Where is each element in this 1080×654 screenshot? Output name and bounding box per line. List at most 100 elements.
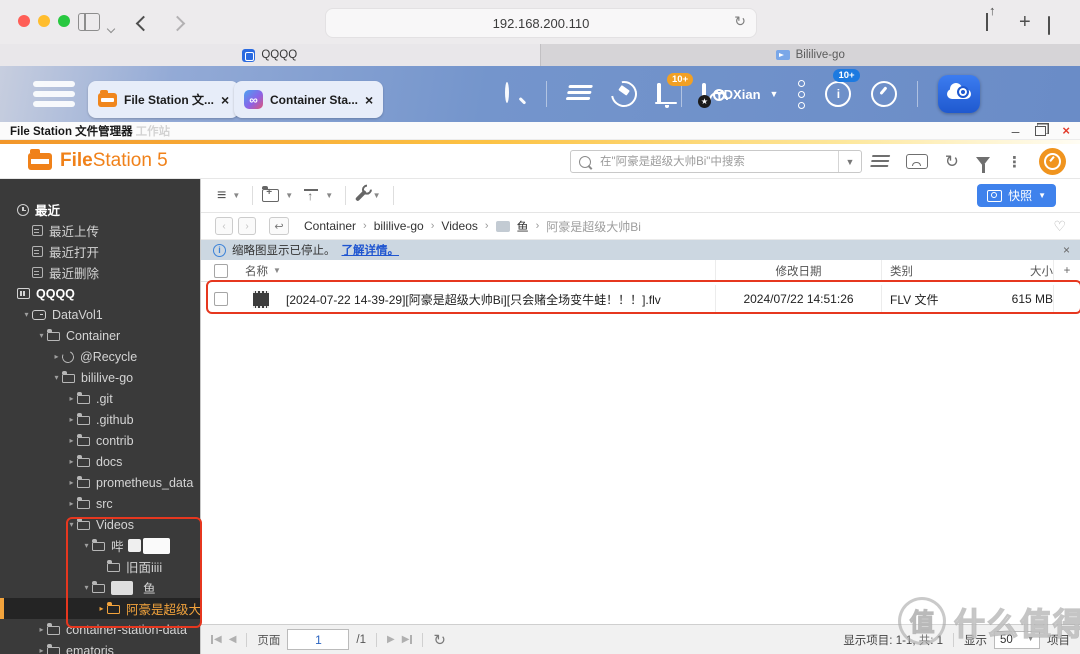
page-input[interactable]	[287, 629, 349, 650]
close-window-icon[interactable]	[18, 15, 30, 27]
learn-more-link[interactable]: 了解详情。	[342, 242, 400, 258]
column-header-date[interactable]: 修改日期	[715, 260, 881, 281]
sidebar-item-docs[interactable]: ▸docs	[0, 451, 200, 472]
tree-collapse-icon[interactable]: ▾	[36, 331, 47, 340]
close-tab-icon[interactable]: ×	[365, 92, 373, 108]
close-icon[interactable]: ×	[1062, 123, 1070, 138]
more-options-icon[interactable]: ⋮	[1007, 153, 1022, 171]
filter-icon[interactable]	[976, 157, 990, 166]
tab-overview-icon[interactable]	[1048, 17, 1050, 35]
share-icon[interactable]	[986, 13, 988, 31]
tree-expand-icon[interactable]: ▸	[66, 499, 77, 508]
dsm-tab-container-station[interactable]: ∞ Container Sta... ×	[234, 81, 383, 118]
prev-page-button[interactable]: ◀	[229, 634, 237, 645]
sidebar-item-container[interactable]: ▾Container	[0, 325, 200, 346]
snapshot-button[interactable]: 快照 ▼	[977, 184, 1056, 207]
forward-icon[interactable]	[172, 16, 183, 34]
sidebar-item-recent-open[interactable]: 最近打开	[0, 241, 200, 262]
sidebar-item-src[interactable]: ▸src	[0, 493, 200, 514]
help-assistant-icon[interactable]	[1039, 148, 1066, 175]
favorite-heart-icon[interactable]: ♡	[1053, 218, 1066, 235]
sidebar-toggle-icon[interactable]	[78, 13, 100, 31]
breadcrumb-item-videos[interactable]: Videos	[441, 219, 477, 233]
search-box[interactable]: ▼	[570, 150, 862, 173]
sidebar-item-qqqq[interactable]: QQQQ	[0, 283, 200, 304]
sidebar-item-jiumian[interactable]: 旧面iiii	[0, 556, 200, 577]
page-size-select[interactable]: 50 ▼	[994, 631, 1040, 649]
address-bar[interactable]: 192.168.200.110 ↻	[325, 8, 757, 38]
sidebar-item-fish[interactable]: ▾鱼	[0, 577, 200, 598]
file-row[interactable]: [2024-07-22 14-39-29][阿豪是超级大帅Bi][只会赌全场变牛…	[201, 285, 1080, 313]
sidebar-item-bi-censored[interactable]: ▾哔	[0, 535, 200, 556]
tree-collapse-icon[interactable]: ▾	[81, 541, 92, 550]
view-mode-button[interactable]: ≡▼	[217, 188, 240, 204]
breadcrumb-item-bililive-go[interactable]: bililive-go	[374, 219, 424, 233]
tree-expand-icon[interactable]: ▸	[96, 604, 107, 613]
chevron-down-icon[interactable]	[108, 19, 114, 37]
remote-connection-icon[interactable]	[906, 154, 928, 169]
tree-collapse-icon[interactable]: ▾	[81, 583, 92, 592]
system-health-button[interactable]: i 10+	[825, 81, 851, 107]
upload-queue-icon[interactable]	[565, 85, 593, 103]
search-input[interactable]	[598, 155, 838, 169]
tree-collapse-icon[interactable]: ▾	[51, 373, 62, 382]
tools-button[interactable]: ▼	[355, 189, 380, 202]
new-tab-icon[interactable]: +	[1019, 12, 1031, 32]
sidebar-item-recent-delete[interactable]: 最近删除	[0, 262, 200, 283]
main-menu-icon[interactable]	[33, 81, 75, 107]
minimize-window-icon[interactable]	[38, 15, 50, 27]
reload-icon[interactable]: ↻	[734, 13, 746, 30]
browser-tab-bililive[interactable]: Bililive-go	[540, 44, 1080, 66]
next-page-button[interactable]: ▶	[387, 634, 395, 645]
column-header-size[interactable]: 大小	[1001, 263, 1053, 279]
widgets-icon[interactable]	[798, 80, 805, 109]
sidebar-item-ematoris[interactable]: ▸ematoris	[0, 640, 200, 654]
last-page-button[interactable]: ▶	[402, 634, 413, 645]
tree-expand-icon[interactable]: ▸	[66, 457, 77, 466]
column-header-type[interactable]: 类别	[881, 260, 1001, 281]
refresh-icon[interactable]: ↻	[945, 153, 959, 170]
search-options-caret[interactable]: ▼	[838, 151, 861, 172]
tree-expand-icon[interactable]: ▸	[66, 436, 77, 445]
go-up-button[interactable]: ↩	[269, 217, 289, 235]
row-checkbox[interactable]	[214, 292, 228, 306]
breadcrumb-item-fish[interactable]: 鱼	[517, 218, 529, 235]
sidebar-item-datavol1[interactable]: ▾DataVol1	[0, 304, 200, 325]
quickconnect-button[interactable]	[938, 75, 980, 113]
tree-expand-icon[interactable]: ▸	[66, 478, 77, 487]
sidebar-item-git[interactable]: ▸.git	[0, 388, 200, 409]
sidebar-item-videos[interactable]: ▾Videos	[0, 514, 200, 535]
sync-icon[interactable]	[606, 76, 642, 112]
sidebar-item-ahao[interactable]: ▸阿豪是超级大帅	[0, 598, 200, 619]
tree-expand-icon[interactable]: ▸	[66, 415, 77, 424]
back-icon[interactable]	[138, 16, 149, 34]
sidebar-item-github[interactable]: ▸.github	[0, 409, 200, 430]
upload-tasks-icon[interactable]	[870, 155, 890, 169]
user-menu[interactable]: ★ YDXian ▼	[702, 85, 778, 103]
tree-expand-icon[interactable]: ▸	[36, 646, 47, 654]
tree-expand-icon[interactable]: ▸	[66, 394, 77, 403]
tree-expand-icon[interactable]: ▸	[51, 352, 62, 361]
sidebar-item-container-station-data[interactable]: ▸container-station-data	[0, 619, 200, 640]
tree-collapse-icon[interactable]: ▾	[66, 520, 77, 529]
traffic-lights[interactable]	[18, 15, 70, 27]
resource-monitor-icon[interactable]	[871, 81, 897, 107]
create-folder-button[interactable]: ▼	[262, 189, 293, 202]
notifications-button[interactable]: 10+	[657, 85, 661, 103]
sidebar-item-recent-upload[interactable]: 最近上传	[0, 220, 200, 241]
sidebar-item-recycle[interactable]: ▸@Recycle	[0, 346, 200, 367]
browser-tab-qqqq[interactable]: QQQQ	[0, 44, 540, 66]
sidebar-item-recent[interactable]: 最近	[0, 199, 200, 220]
column-header-name[interactable]: 名称 ▼	[241, 263, 715, 279]
tree-collapse-icon[interactable]: ▾	[21, 310, 32, 319]
nav-back-button[interactable]: ‹	[215, 217, 233, 235]
tree-expand-icon[interactable]: ▸	[36, 625, 47, 634]
search-icon[interactable]	[505, 84, 509, 102]
first-page-button[interactable]: ◀	[211, 634, 222, 645]
refresh-icon[interactable]: ↻	[433, 631, 446, 649]
dsm-tab-file-station[interactable]: File Station 文... ×	[88, 81, 239, 118]
add-column-button[interactable]: +	[1053, 260, 1080, 281]
zoom-window-icon[interactable]	[58, 15, 70, 27]
restore-icon[interactable]	[1035, 126, 1046, 136]
breadcrumb-item-ahao[interactable]: 阿豪是超级大帅Bi	[546, 218, 641, 235]
